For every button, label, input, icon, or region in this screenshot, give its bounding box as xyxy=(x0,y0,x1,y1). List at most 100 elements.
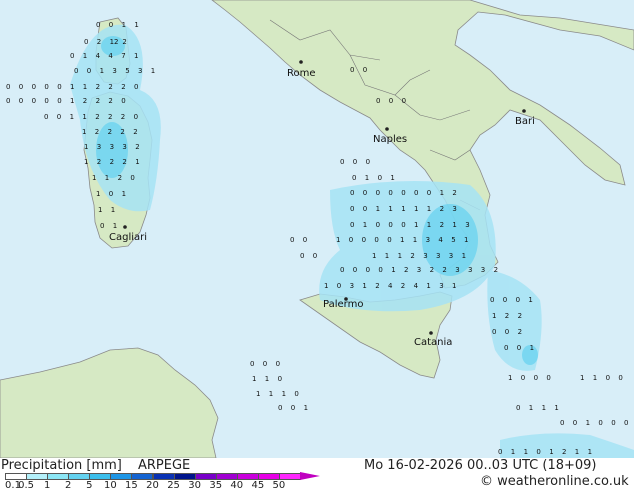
precip-value: 2 xyxy=(133,128,137,136)
precip-value: 0 xyxy=(278,375,282,383)
precip-value: 2 xyxy=(122,38,126,46)
precip-value: 0 xyxy=(32,97,36,105)
precip-value: 0 xyxy=(303,236,307,244)
city-label-catania: Catania xyxy=(414,337,452,348)
precip-value: 0 xyxy=(340,266,344,274)
precip-value: 0 xyxy=(378,266,382,274)
precip-value: 0 xyxy=(504,344,508,352)
precip-value: 1 xyxy=(304,404,308,412)
precip-value: 3 xyxy=(97,143,101,151)
precip-value: 7 xyxy=(121,52,125,60)
precip-value: 0 xyxy=(350,221,354,229)
precipitation-map[interactable]: 0 0 1 1 0 2 12 2 0 1 4 4 7 1 0 0 1 3 5 3 1 0 0 0 0 0 1 1 2 2 2 0 0 0 0 0 0 1 2… xyxy=(0,0,634,459)
precip-value: 0 xyxy=(130,174,134,182)
precip-value: 0 xyxy=(536,448,540,456)
forecast-datetime: Mo 16-02-2026 00..03 UTC (18+09) xyxy=(364,458,597,473)
scale-tick-label: 30 xyxy=(188,480,202,491)
precip-value: 1 xyxy=(122,21,126,29)
precip-value: 2 xyxy=(440,205,444,213)
scale-swatch xyxy=(194,473,217,480)
precip-value: 3 xyxy=(112,67,116,75)
map-canvas: 0 0 1 10 2 12 20 1 4 4 7 10 0 1 3 5 3 10 0 0 0 0 1 1 2 2 2 00 0 0 0 0 1 2… xyxy=(0,0,634,459)
precip-value: 2 xyxy=(110,158,114,166)
precip-value: 1 xyxy=(100,67,104,75)
precip-value: 1 xyxy=(372,252,376,260)
precip-value: 2 xyxy=(97,158,101,166)
scale-tick-label: 10 xyxy=(103,480,117,491)
precip-value: 1 xyxy=(134,52,138,60)
precip-value: 1 xyxy=(593,374,597,382)
scale-tick-label: 0.5 xyxy=(18,480,35,491)
precip-value: 1 xyxy=(575,448,579,456)
city-marker-palermo: Palermo xyxy=(323,297,363,310)
precip-value: 0 xyxy=(109,190,113,198)
precip-value: 1 xyxy=(111,206,115,214)
precip-value: 0 xyxy=(505,328,509,336)
precip-value: 1 xyxy=(252,375,256,383)
precip-value: 2 xyxy=(108,113,112,121)
precip-value: 1 xyxy=(282,390,286,398)
precip-value: 0 xyxy=(503,296,507,304)
precip-value: 0 xyxy=(366,266,370,274)
precip-value: 0 xyxy=(121,97,125,105)
precip-value: 2 xyxy=(118,174,122,182)
precip-value: 0 xyxy=(337,282,341,290)
precip-value: 1 xyxy=(365,174,369,182)
precip-value: 1 xyxy=(92,174,96,182)
precip-value: 1 xyxy=(390,174,394,182)
precip-value: 2 xyxy=(404,266,408,274)
scale-swatch xyxy=(257,473,280,480)
precip-value: 1 xyxy=(400,236,404,244)
copyright[interactable]: © weatheronline.co.uk xyxy=(480,474,629,489)
precip-value: 1 xyxy=(511,448,515,456)
scale-arrow xyxy=(300,472,320,480)
precip-value: 0 xyxy=(350,66,354,74)
scale-tick-label: 1 xyxy=(43,480,51,491)
precip-value: 1 xyxy=(82,113,86,121)
precip-value: 1 xyxy=(265,375,269,383)
precip-value: 0 xyxy=(134,83,138,91)
precip-value: 2 xyxy=(108,128,112,136)
precip-value: 0 xyxy=(44,113,48,121)
scale-tick-label: 20 xyxy=(146,480,159,491)
precip-value: 0 xyxy=(291,404,295,412)
scale-swatch xyxy=(47,473,70,480)
precip-value: 3 xyxy=(423,252,427,260)
precip-value: 2 xyxy=(375,282,379,290)
precip-value: 0 xyxy=(378,174,382,182)
precip-value: 0 xyxy=(84,38,88,46)
precip-value: 0 xyxy=(560,419,564,427)
precip-value: 0 xyxy=(278,404,282,412)
precip-value: 1 xyxy=(413,236,417,244)
precip-value: 1 xyxy=(105,174,109,182)
precip-value: 1 xyxy=(385,252,389,260)
scale-tick-label: 2 xyxy=(65,480,72,491)
precip-value: 1 xyxy=(362,282,366,290)
precip-value: 3 xyxy=(452,205,456,213)
city-label-rome: Rome xyxy=(287,68,316,79)
precip-value: 12 xyxy=(110,38,119,46)
precip-value: 0 xyxy=(546,374,550,382)
precip-value: 0 xyxy=(376,189,380,197)
precip-value: 1 xyxy=(529,404,533,412)
scale-swatch xyxy=(131,473,154,480)
precip-value: 0 xyxy=(57,97,61,105)
scale-tick-label: 50 xyxy=(272,480,286,491)
precip-value: 0 xyxy=(294,390,298,398)
precip-value: 0 xyxy=(134,113,138,121)
precip-value: 0 xyxy=(276,360,280,368)
city-label-bari: Bari xyxy=(515,116,535,127)
precip-value: 0 xyxy=(516,296,520,304)
precip-value: 1 xyxy=(134,21,138,29)
precip-value: 1 xyxy=(324,282,328,290)
scale-swatch xyxy=(173,473,196,480)
precip-value: 0 xyxy=(363,205,367,213)
precip-value: 0 xyxy=(521,374,525,382)
precip-value: 1 xyxy=(542,404,546,412)
precip-value: 1 xyxy=(84,143,88,151)
precip-value: 1 xyxy=(363,221,367,229)
precip-value: 0 xyxy=(492,328,496,336)
scale-swatch xyxy=(278,473,301,480)
precip-value: 4 xyxy=(438,236,443,244)
scale-swatch xyxy=(236,473,259,480)
